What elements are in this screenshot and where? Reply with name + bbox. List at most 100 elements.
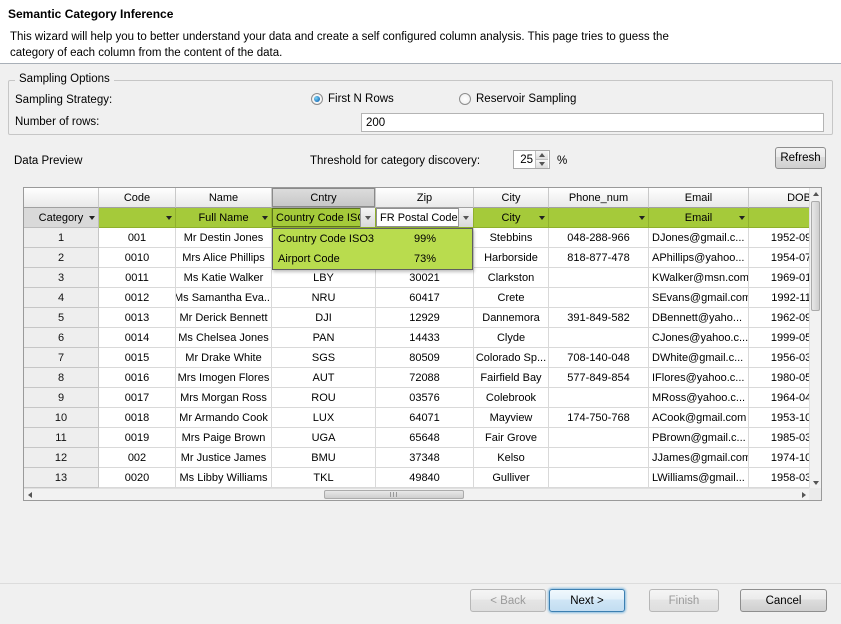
category-selector-cntry[interactable]: Country Code ISO bbox=[272, 208, 376, 228]
cell-city: Fairfield Bay bbox=[474, 368, 549, 388]
cell-dob: 1992-11-05 bbox=[749, 288, 809, 308]
cell-dob: 1958-03-21 bbox=[749, 468, 809, 488]
cell-zip: 80509 bbox=[376, 348, 474, 368]
cell-num: 9 bbox=[24, 388, 99, 408]
cell-cntry: TKL bbox=[272, 468, 376, 488]
cell-phone bbox=[549, 388, 649, 408]
cell-email: DBennett@yaho... bbox=[649, 308, 749, 328]
cell-code: 0011 bbox=[99, 268, 176, 288]
category-selector-city[interactable]: City bbox=[474, 208, 549, 228]
category-selector-name[interactable]: Full Name bbox=[176, 208, 272, 228]
cancel-button[interactable]: Cancel bbox=[740, 589, 827, 612]
cell-dob: 1952-09-15 bbox=[749, 228, 809, 248]
column-header-phone-num[interactable]: Phone_num bbox=[549, 188, 649, 208]
cell-city: Harborside bbox=[474, 248, 549, 268]
combo-dropdown-button[interactable] bbox=[458, 208, 473, 227]
table-row: 100018Mr Armando CookLUX64071Mayview174-… bbox=[24, 408, 809, 428]
page-title: Semantic Category Inference bbox=[8, 7, 173, 21]
cell-num: 10 bbox=[24, 408, 99, 428]
table-row: 50013Mr Derick BennettDJI12929Dannemora3… bbox=[24, 308, 809, 328]
cell-dob: 1954-07-02 bbox=[749, 248, 809, 268]
cell-email: LWilliams@gmail... bbox=[649, 468, 749, 488]
sampling-options-group-label: Sampling Options bbox=[15, 73, 114, 85]
cell-cntry: DJI bbox=[272, 308, 376, 328]
cell-name: Ms Samantha Eva... bbox=[176, 288, 272, 308]
cell-cntry: NRU bbox=[272, 288, 376, 308]
refresh-button[interactable]: Refresh bbox=[775, 147, 826, 169]
table-row: 130020Ms Libby WilliamsTKL49840GulliverL… bbox=[24, 468, 809, 488]
category-option-airport-code[interactable]: Airport Code 73% bbox=[273, 249, 472, 269]
threshold-spinner[interactable] bbox=[513, 150, 550, 169]
cell-city: Crete bbox=[474, 288, 549, 308]
threshold-label: Threshold for category discovery: bbox=[310, 155, 480, 167]
category-option-confidence: 73% bbox=[414, 253, 436, 265]
cell-city: Kelso bbox=[474, 448, 549, 468]
cell-cntry: LBY bbox=[272, 268, 376, 288]
column-header-cntry[interactable]: Cntry bbox=[272, 188, 376, 208]
vertical-scrollbar-thumb[interactable] bbox=[811, 201, 820, 311]
column-header-rownum[interactable] bbox=[24, 188, 99, 208]
scroll-right-button[interactable] bbox=[798, 489, 809, 501]
cell-city: Mayview bbox=[474, 408, 549, 428]
cell-num: 6 bbox=[24, 328, 99, 348]
chevron-down-icon bbox=[89, 216, 95, 220]
cell-email: DWhite@gmail.c... bbox=[649, 348, 749, 368]
scrollbar-corner bbox=[809, 488, 821, 500]
number-of-rows-input[interactable] bbox=[361, 113, 824, 132]
scroll-up-button[interactable] bbox=[810, 188, 821, 200]
cell-phone: 577-849-854 bbox=[549, 368, 649, 388]
finish-button[interactable]: Finish bbox=[649, 589, 719, 612]
category-suggestion-popup: Country Code ISO3 99% Airport Code 73% bbox=[272, 228, 473, 270]
spinner-up-button[interactable] bbox=[536, 151, 548, 160]
column-header-dob[interactable]: DOB bbox=[749, 188, 809, 208]
category-selector-phone-num[interactable] bbox=[549, 208, 649, 228]
cell-phone bbox=[549, 268, 649, 288]
category-selector-email[interactable]: Email bbox=[649, 208, 749, 228]
cell-num: 1 bbox=[24, 228, 99, 248]
column-header-city[interactable]: City bbox=[474, 188, 549, 208]
radio-first-n-rows[interactable]: First N Rows bbox=[311, 93, 394, 105]
column-header-code[interactable]: Code bbox=[99, 188, 176, 208]
cell-zip: 64071 bbox=[376, 408, 474, 428]
radio-first-n-rows-label: First N Rows bbox=[328, 93, 394, 105]
cell-num: 2 bbox=[24, 248, 99, 268]
column-header-email[interactable]: Email bbox=[649, 188, 749, 208]
cell-cntry: PAN bbox=[272, 328, 376, 348]
back-button[interactable]: < Back bbox=[470, 589, 546, 612]
chevron-down-icon bbox=[365, 216, 371, 220]
cell-email: ACook@gmail.com bbox=[649, 408, 749, 428]
cell-email: CJones@yahoo.c... bbox=[649, 328, 749, 348]
cell-code: 0013 bbox=[99, 308, 176, 328]
cell-phone bbox=[549, 428, 649, 448]
category-selector-zip[interactable]: FR Postal Code bbox=[376, 208, 474, 228]
scroll-left-button[interactable] bbox=[24, 489, 35, 501]
column-header-zip[interactable]: Zip bbox=[376, 188, 474, 208]
table-row: 110019Mrs Paige BrownUGA65648Fair GroveP… bbox=[24, 428, 809, 448]
column-header-name[interactable]: Name bbox=[176, 188, 272, 208]
cell-name: Mrs Alice Phillips bbox=[176, 248, 272, 268]
arrow-down-icon bbox=[539, 162, 545, 166]
category-row-label[interactable]: Category bbox=[24, 208, 99, 228]
sampling-options-group: Sampling Options Sampling Strategy: Firs… bbox=[8, 80, 833, 135]
cell-email: DJones@gmail.c... bbox=[649, 228, 749, 248]
combo-dropdown-button[interactable] bbox=[360, 208, 375, 227]
cell-cntry: AUT bbox=[272, 368, 376, 388]
category-selector-dob[interactable] bbox=[749, 208, 809, 228]
next-button[interactable]: Next > bbox=[549, 589, 625, 612]
horizontal-scrollbar-thumb[interactable] bbox=[324, 490, 464, 499]
cell-phone: 391-849-582 bbox=[549, 308, 649, 328]
arrow-right-icon bbox=[802, 492, 806, 498]
cell-num: 5 bbox=[24, 308, 99, 328]
description-line-1: This wizard will help you to better unde… bbox=[10, 29, 669, 45]
spinner-down-button[interactable] bbox=[536, 160, 548, 168]
cell-phone: 708-140-048 bbox=[549, 348, 649, 368]
cell-city: Dannemora bbox=[474, 308, 549, 328]
cell-name: Mr Drake White bbox=[176, 348, 272, 368]
category-option-country-code-iso3[interactable]: Country Code ISO3 99% bbox=[273, 229, 472, 249]
cell-phone bbox=[549, 448, 649, 468]
radio-reservoir-sampling[interactable]: Reservoir Sampling bbox=[459, 93, 576, 105]
category-option-confidence: 99% bbox=[414, 233, 436, 245]
category-selector-code[interactable] bbox=[99, 208, 176, 228]
threshold-input[interactable] bbox=[514, 151, 535, 168]
horizontal-scrollbar bbox=[24, 488, 809, 500]
